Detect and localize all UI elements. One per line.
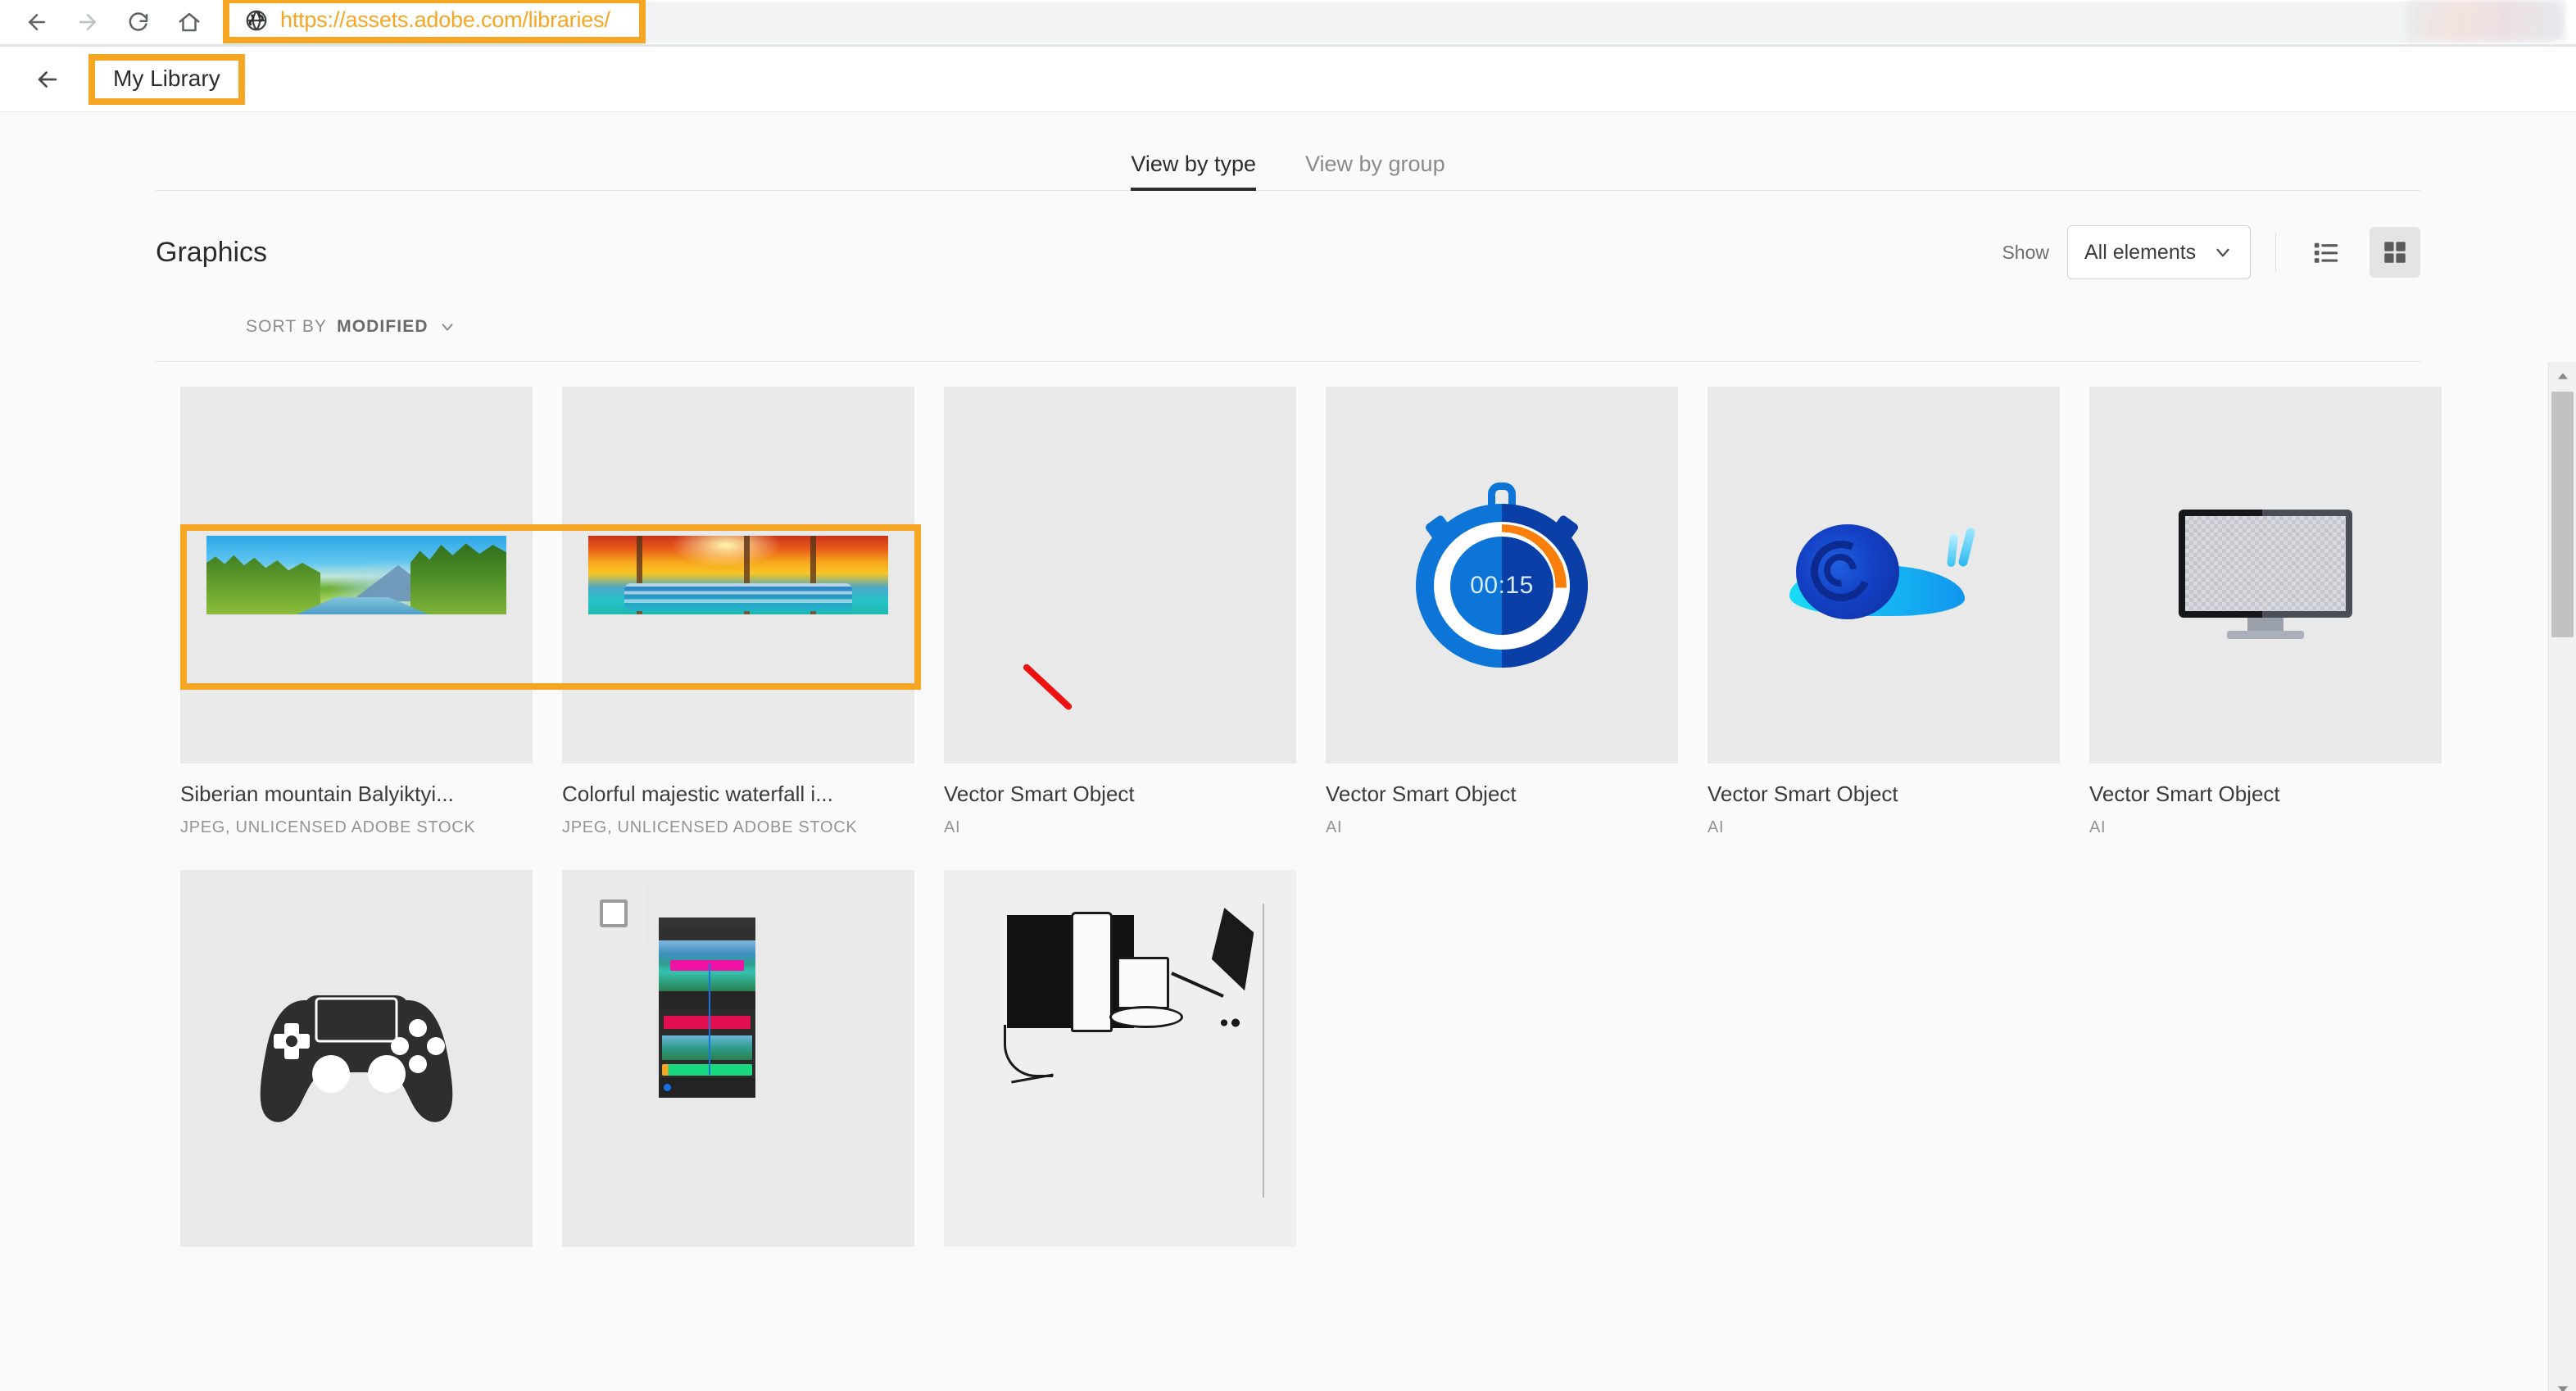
tab-view-by-group[interactable]: View by group <box>1305 152 1445 190</box>
asset-meta: AI <box>944 818 961 836</box>
library-page: View by type View by group Graphics Show… <box>0 112 2576 1391</box>
asset-thumbnail[interactable] <box>180 387 533 763</box>
asset-thumbnail[interactable] <box>944 387 1296 763</box>
stopwatch-time: 00:15 <box>1470 572 1534 599</box>
asset-meta: JPEG, UNLICENSED ADOBE STOCK <box>180 818 476 836</box>
red-stroke-graphic <box>1022 663 1073 712</box>
asset-meta: AI <box>2089 818 2107 836</box>
profile-avatar-area[interactable] <box>2407 0 2565 41</box>
asset-grid-scroll-area[interactable]: Siberian mountain Balyiktyi... JPEG, UNL… <box>0 362 2576 1391</box>
view-tabs: View by type View by group <box>156 112 2420 191</box>
chevron-down-icon <box>2216 248 2229 257</box>
asset-title: Vector Smart Object <box>944 782 1135 806</box>
list-view-button[interactable] <box>2301 227 2352 278</box>
asset-title: Vector Smart Object <box>1326 782 1517 806</box>
sort-by-prefix: SORT BY <box>246 317 328 336</box>
asset-thumbnail[interactable] <box>944 870 1296 1247</box>
library-name: My Library <box>113 65 220 91</box>
browser-back-button[interactable] <box>11 0 62 44</box>
library-name-highlight[interactable]: My Library <box>88 53 245 105</box>
grid-view-button[interactable] <box>2370 227 2420 278</box>
asset-card[interactable]: Vector Smart Object AI <box>1708 387 2060 837</box>
scrollbar-thumb[interactable] <box>2551 392 2574 637</box>
asset-title: Vector Smart Object <box>2089 782 2280 806</box>
asset-grid: Siberian mountain Balyiktyi... JPEG, UNL… <box>180 387 2442 1276</box>
browser-forward-button[interactable] <box>62 0 113 44</box>
asset-thumbnail[interactable] <box>562 387 914 763</box>
element-filter-select[interactable]: All elements <box>2067 225 2251 279</box>
library-back-button[interactable] <box>25 57 70 102</box>
checkbox-box <box>600 899 628 927</box>
asset-thumbnail[interactable] <box>180 870 533 1247</box>
grid-view-icon <box>2384 242 2406 263</box>
sort-by-value: MODIFIED <box>337 317 429 336</box>
asset-thumbnail[interactable]: 00:15 <box>1326 387 1678 763</box>
show-label: Show <box>2002 241 2049 263</box>
grid-scrollbar[interactable] <box>2548 362 2576 1391</box>
bw-photo-graphic <box>944 870 1296 1247</box>
asset-meta: JPEG, UNLICENSED ADOBE STOCK <box>562 818 858 836</box>
header-controls: Show All elements <box>2002 225 2420 279</box>
section-header: Graphics Show All elements <box>0 191 2576 279</box>
asset-thumbnail[interactable] <box>562 870 914 1247</box>
asset-card[interactable]: Vector Smart Object AI <box>944 387 1296 837</box>
asset-card[interactable]: Vector Smart Object AI <box>2089 387 2442 837</box>
app-header: My Library <box>0 47 2576 112</box>
asset-card[interactable]: 00:15 Vector Smart Object AI <box>1326 387 1678 837</box>
asset-title: Colorful majestic waterfall i... <box>562 782 833 806</box>
globe-icon <box>246 10 267 30</box>
sort-by-control[interactable]: SORT BY MODIFIED <box>246 317 456 337</box>
asset-card[interactable] <box>944 870 1296 1276</box>
asset-card[interactable]: Colorful majestic waterfall i... JPEG, U… <box>562 387 914 837</box>
sort-row: SORT BY MODIFIED <box>0 279 2576 337</box>
asset-card[interactable]: Siberian mountain Balyiktyi... JPEG, UNL… <box>180 387 533 837</box>
element-filter-value: All elements <box>2084 240 2197 264</box>
asset-meta: AI <box>1326 818 1343 836</box>
video-editor-screenshot <box>659 918 755 1098</box>
scroll-down-arrow-icon[interactable] <box>2549 1375 2576 1391</box>
tab-view-by-type[interactable]: View by type <box>1131 152 1256 191</box>
asset-card[interactable] <box>180 870 533 1276</box>
photo-waterfall-image <box>588 536 888 614</box>
page-title: Graphics <box>156 236 268 268</box>
browser-reload-button[interactable] <box>113 0 164 44</box>
browser-toolbar: https://assets.adobe.com/libraries/ <box>0 0 2576 44</box>
list-view-icon <box>2314 242 2338 263</box>
stopwatch-graphic: 00:15 <box>1416 483 1588 668</box>
asset-title: Siberian mountain Balyiktyi... <box>180 782 454 806</box>
asset-card[interactable] <box>562 870 914 1276</box>
browser-home-button[interactable] <box>164 0 215 44</box>
url-text: https://assets.adobe.com/libraries/ <box>280 7 610 32</box>
asset-meta: AI <box>1708 818 1725 836</box>
asset-thumbnail[interactable] <box>2089 387 2442 763</box>
address-bar-highlight[interactable]: https://assets.adobe.com/libraries/ <box>223 0 646 43</box>
asset-title: Vector Smart Object <box>1708 782 1898 806</box>
snail-graphic <box>1789 523 1978 628</box>
chevron-down-icon <box>442 324 453 331</box>
scroll-up-arrow-icon[interactable] <box>2549 362 2576 390</box>
controls-divider <box>2275 233 2276 272</box>
gamepad-icon <box>260 995 453 1122</box>
monitor-graphic <box>2179 510 2352 641</box>
photo-mountain-image <box>206 536 506 614</box>
asset-select-checkbox[interactable] <box>582 881 646 945</box>
asset-thumbnail[interactable] <box>1708 387 2060 763</box>
omnibox-container: https://assets.adobe.com/libraries/ <box>223 0 2565 44</box>
